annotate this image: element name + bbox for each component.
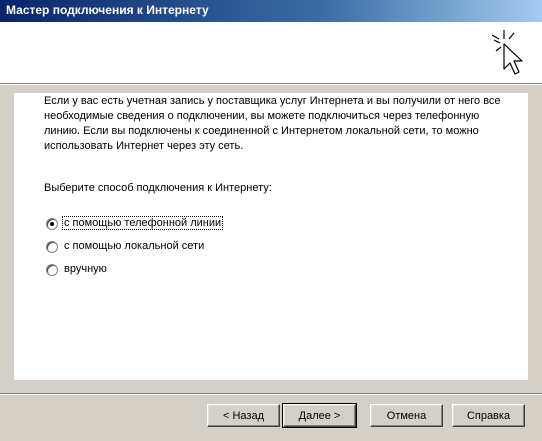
option-label: с помощью локальной сети bbox=[64, 240, 205, 252]
help-button[interactable]: Справка bbox=[452, 404, 525, 427]
intro-text: Если у вас есть учетная запись у поставщ… bbox=[44, 95, 501, 152]
radio-local-network[interactable] bbox=[46, 241, 58, 253]
option-label: вручную bbox=[64, 263, 107, 275]
option-phone-line[interactable]: с помощью телефонной линии bbox=[46, 216, 246, 234]
wizard-header bbox=[0, 22, 542, 83]
wizard-sparkle-cursor-icon bbox=[491, 30, 523, 75]
cancel-button[interactable]: Отмена bbox=[370, 404, 443, 427]
option-label: с помощью телефонной линии bbox=[61, 216, 224, 230]
content-panel: Если у вас есть учетная запись у поставщ… bbox=[14, 93, 528, 380]
option-local-network[interactable]: с помощью локальной сети bbox=[46, 239, 246, 257]
wizard-window: Мастер подключения к Интернету Если у ва… bbox=[0, 0, 542, 441]
button-divider bbox=[0, 393, 542, 395]
next-button[interactable]: Далее > bbox=[282, 403, 357, 428]
radio-phone-line[interactable] bbox=[46, 218, 58, 230]
header-divider bbox=[0, 83, 542, 85]
radio-manual[interactable] bbox=[46, 264, 58, 276]
back-button[interactable]: < Назад bbox=[207, 404, 280, 427]
title-bar[interactable]: Мастер подключения к Интернету bbox=[0, 0, 542, 22]
choose-connection-prompt: Выберите способ подключения к Интернету: bbox=[44, 182, 272, 194]
window-title: Мастер подключения к Интернету bbox=[6, 3, 209, 17]
option-manual[interactable]: вручную bbox=[46, 262, 166, 280]
